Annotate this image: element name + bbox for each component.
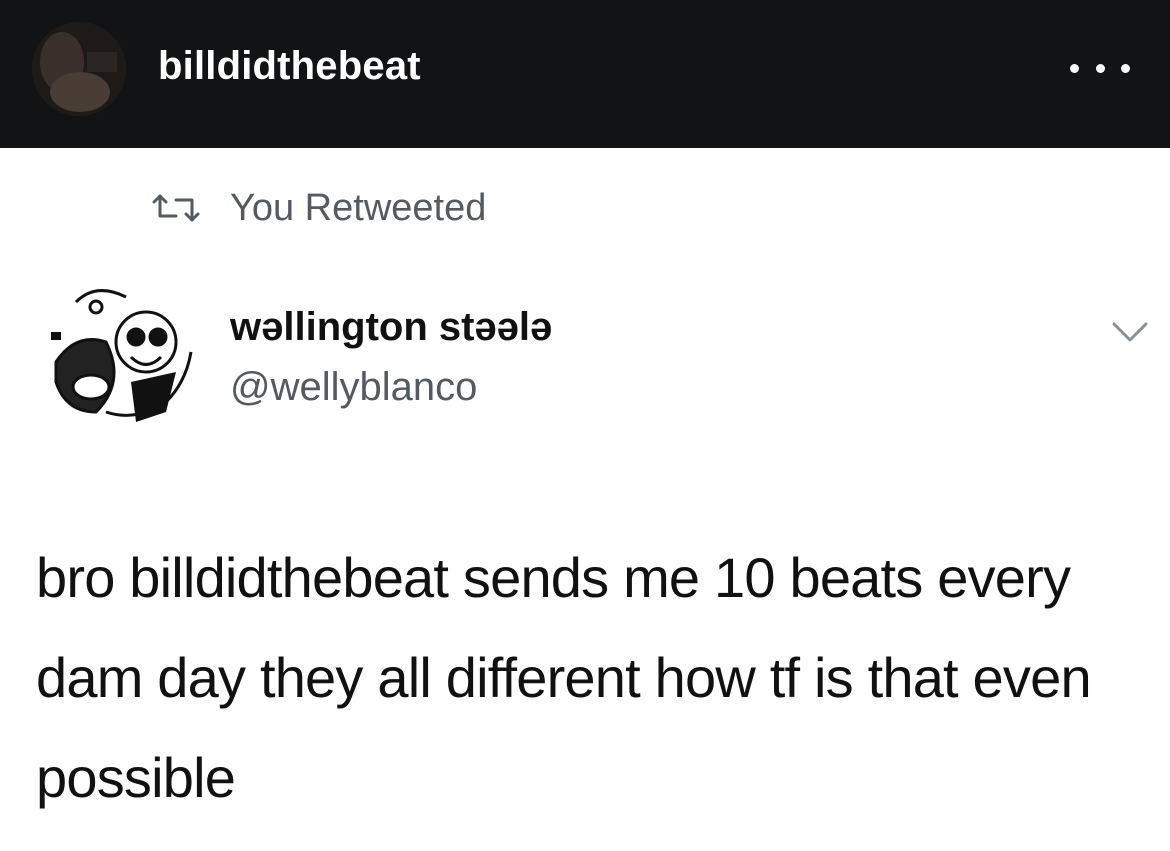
post-header: billdidthebeat bbox=[0, 0, 1170, 148]
retweet-icon bbox=[152, 194, 200, 222]
tweet-body: bro billdidthebeat sends me 10 beats eve… bbox=[36, 546, 1092, 809]
more-dots-icon[interactable] bbox=[1070, 50, 1130, 86]
account-username[interactable]: billdidthebeat bbox=[158, 40, 421, 92]
tweet-author-name[interactable]: wəllington stəələ bbox=[230, 302, 552, 352]
account-avatar[interactable] bbox=[32, 22, 126, 116]
chevron-down-icon[interactable] bbox=[1110, 318, 1150, 346]
retweet-indicator: You Retweeted bbox=[150, 184, 486, 232]
tweet-author-handle[interactable]: @wellyblanco bbox=[230, 362, 477, 412]
tweet-author-avatar[interactable] bbox=[36, 272, 202, 438]
retweet-label: You Retweeted bbox=[230, 187, 487, 229]
